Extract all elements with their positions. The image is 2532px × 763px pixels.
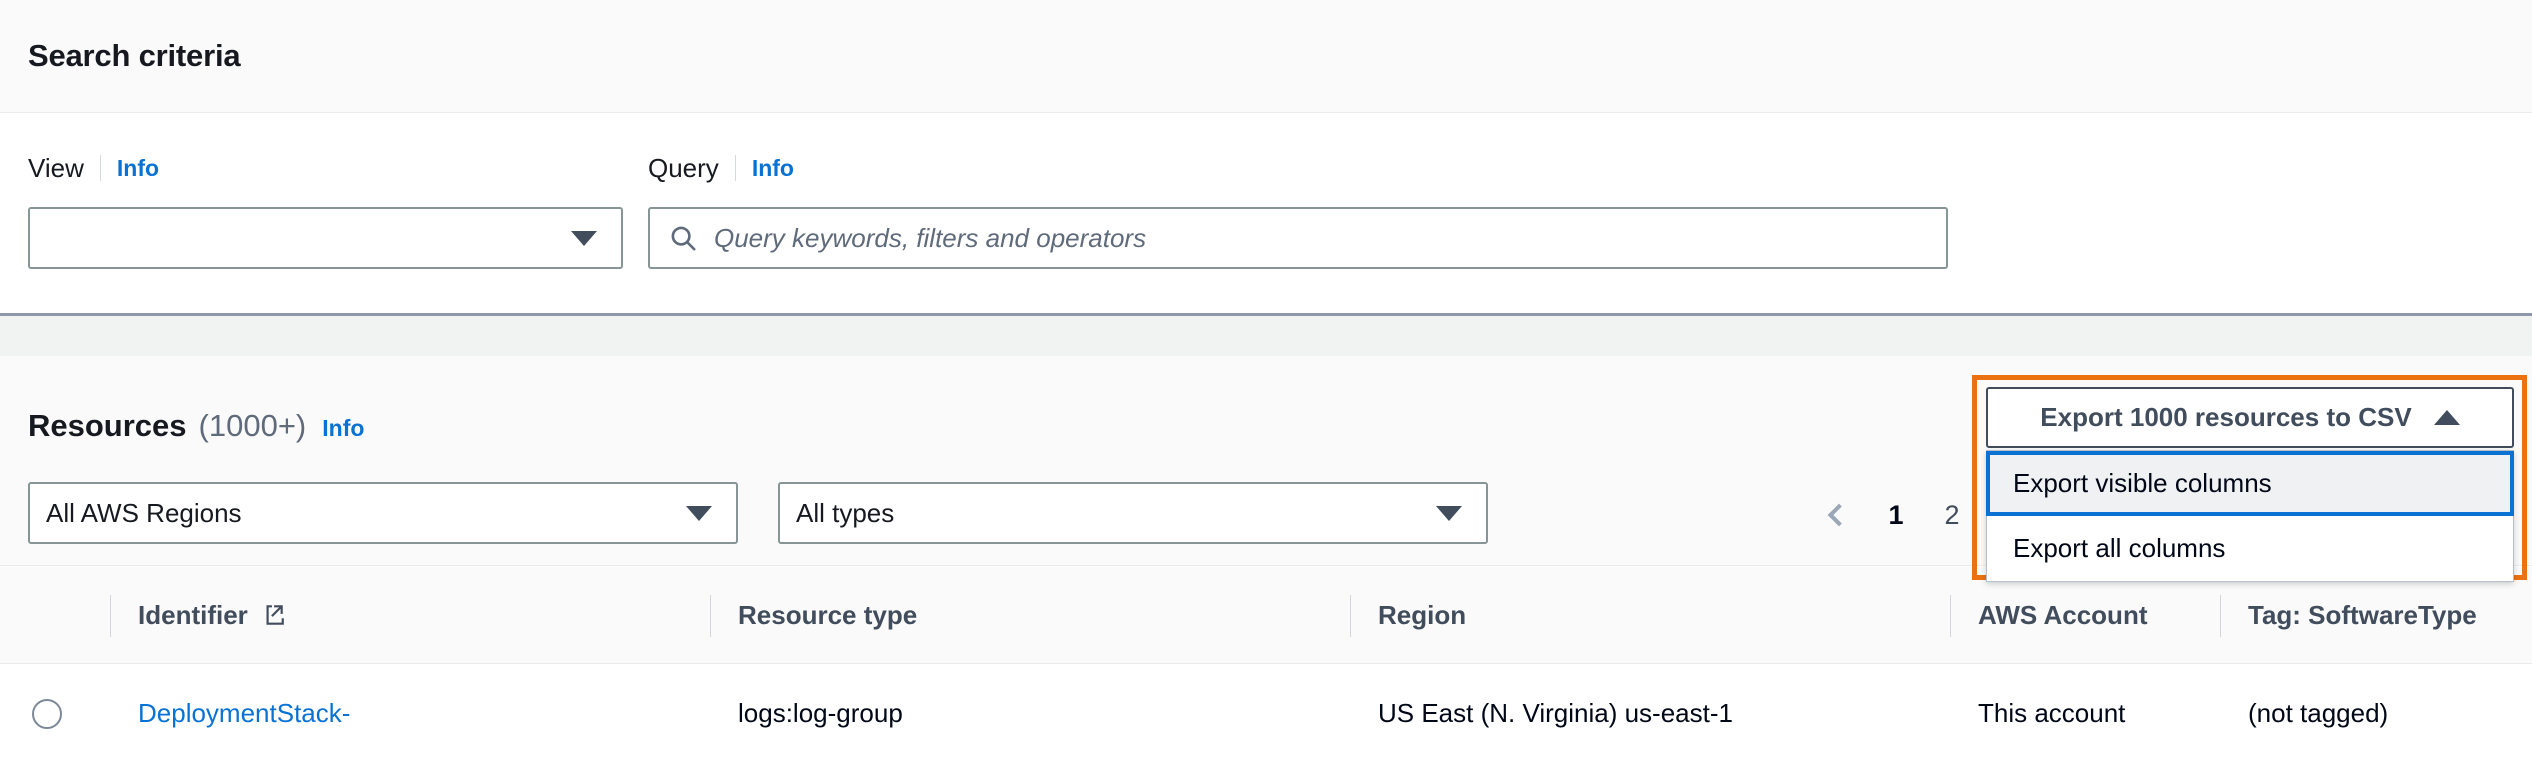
cell-tag-softwaretype: (not tagged) [2220,698,2530,729]
type-filter-select[interactable]: All types [778,482,1488,544]
column-divider [1350,595,1351,637]
menu-item-export-all-columns[interactable]: Export all columns [1987,516,2513,581]
select-all-column-header [0,567,110,664]
resource-explorer-page: Search criteria View Info Query [0,0,2532,763]
search-icon [668,223,698,253]
pagination-prev-button[interactable] [1810,486,1868,544]
search-criteria-header: Search criteria [0,0,2532,113]
pagination-page-1[interactable]: 1 [1868,486,1924,544]
column-header-region-label: Region [1350,600,1466,631]
column-header-identifier-label: Identifier [138,600,248,631]
view-info-link[interactable]: Info [117,157,159,180]
resources-title-row: Resources (1000+) Info [28,408,364,444]
column-divider [2220,595,2221,637]
row-radio-button[interactable] [32,699,62,729]
chevron-down-icon [571,231,597,246]
label-divider [735,155,736,181]
resources-info-link[interactable]: Info [322,415,364,442]
column-header-tag-softwaretype-label: Tag: SoftwareType [2220,600,2477,631]
resource-type-value: logs:log-group [710,698,903,729]
export-csv-button[interactable]: Export 1000 resources to CSV [1986,387,2514,448]
export-csv-button-label: Export 1000 resources to CSV [2040,402,2411,433]
query-search-input[interactable]: Query keywords, filters and operators [648,207,1948,269]
chevron-down-icon [1436,506,1462,521]
query-field-group: Query Info Query keywords, filters and o… [648,151,1988,269]
resources-title: Resources [28,408,187,444]
section-gap [0,319,2532,356]
menu-item-export-visible-columns[interactable]: Export visible columns [1986,451,2514,516]
chevron-left-icon [1828,504,1851,527]
page-title: Search criteria [28,38,240,74]
region-filter-select[interactable]: All AWS Regions [28,482,738,544]
export-dropdown-menu: Export visible columns Export all column… [1986,450,2514,582]
region-value: US East (N. Virginia) us-east-1 [1350,698,1733,729]
aws-account-value: This account [1950,698,2125,729]
column-header-resource-type-label: Resource type [710,600,917,631]
query-label: Query [648,155,719,181]
view-label-row: View Info [28,151,648,185]
resources-filters: All AWS Regions All types [28,482,1488,544]
column-divider [710,595,711,637]
query-placeholder-text: Query keywords, filters and operators [714,223,1146,254]
query-label-row: Query Info [648,151,1988,185]
cell-region: US East (N. Virginia) us-east-1 [1350,698,1950,729]
column-header-identifier[interactable]: Identifier [110,567,710,664]
query-info-link[interactable]: Info [752,157,794,180]
identifier-link[interactable]: DeploymentStack- [110,698,350,729]
cell-identifier: DeploymentStack- [110,698,710,729]
chevron-up-icon [2434,410,2460,425]
view-select[interactable] [28,207,623,269]
search-criteria-panel: Search criteria View Info Query [0,0,2532,316]
chevron-down-icon [686,506,712,521]
search-criteria-body: View Info Query Info [0,113,2532,269]
cell-resource-type: logs:log-group [710,698,1350,729]
pagination: 1 2 [1810,484,1980,546]
view-label: View [28,155,84,181]
view-field-group: View Info [28,151,648,269]
column-divider [1950,595,1951,637]
row-select-cell[interactable] [0,699,110,729]
type-filter-value: All types [796,498,1436,529]
column-header-region[interactable]: Region [1350,567,1950,664]
region-filter-value: All AWS Regions [46,498,686,529]
column-divider [110,595,111,637]
column-header-resource-type[interactable]: Resource type [710,567,1350,664]
table-row[interactable]: DeploymentStack- logs:log-group US East … [0,664,2532,763]
label-divider [100,155,101,181]
resources-count: (1000+) [199,408,307,444]
export-dropdown: Export 1000 resources to CSV Export visi… [1986,387,2514,582]
tag-softwaretype-value: (not tagged) [2220,698,2388,729]
column-header-aws-account-label: AWS Account [1950,600,2147,631]
cell-aws-account: This account [1950,698,2220,729]
external-link-icon [260,602,286,628]
